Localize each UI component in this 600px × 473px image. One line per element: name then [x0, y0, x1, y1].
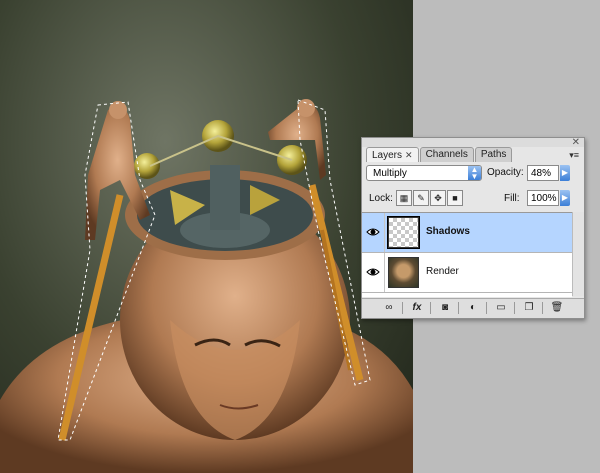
tab-layers-label: Layers	[372, 150, 403, 161]
blend-row: Multiply ▲ ▼ Opacity: 48% ▶	[366, 165, 580, 183]
layer-row-shadows[interactable]: Shadows	[362, 213, 572, 253]
tab-layers[interactable]: Layers ✕	[366, 147, 419, 162]
tab-paths-label: Paths	[480, 149, 507, 160]
layer-row-render[interactable]: Render	[362, 253, 572, 293]
blend-mode-select[interactable]: Multiply ▲ ▼	[366, 165, 482, 181]
close-icon[interactable]: ✕	[405, 150, 413, 160]
trash-icon[interactable]: 🗑	[550, 302, 564, 314]
tab-paths[interactable]: Paths	[474, 147, 513, 162]
link-layers-icon[interactable]: ∞	[382, 302, 396, 314]
layer-name[interactable]: Shadows	[426, 226, 470, 237]
panel-tabs: Layers ✕ Channels Paths	[366, 147, 513, 162]
tab-channels-label: Channels	[425, 149, 468, 160]
visibility-column[interactable]	[362, 213, 385, 252]
lock-all-icon[interactable]: ■	[447, 190, 463, 206]
chevron-updown-icon: ▲ ▼	[468, 166, 481, 181]
fill-input[interactable]: 100%	[527, 190, 559, 206]
new-group-icon[interactable]: ▭	[494, 302, 508, 314]
panel-menu-icon[interactable]: ▾≡	[569, 150, 579, 161]
blend-mode-value: Multiply	[373, 168, 407, 179]
opacity-value: 48%	[531, 168, 552, 179]
new-layer-icon[interactable]: ❐	[522, 302, 536, 314]
document-canvas[interactable]	[0, 0, 413, 473]
canvas-image	[0, 99, 413, 473]
lock-pixels-icon[interactable]: ✎	[413, 190, 429, 206]
fx-icon[interactable]: fx	[410, 302, 424, 314]
layer-list: Shadows Render	[362, 212, 572, 297]
lock-transparency-icon[interactable]: ▦	[396, 190, 412, 206]
eye-icon[interactable]	[366, 225, 380, 239]
layer-mask-icon[interactable]: ◙	[438, 302, 452, 314]
opacity-label: Opacity:	[487, 167, 524, 178]
tab-channels[interactable]: Channels	[419, 147, 474, 162]
panel-bottom-toolbar: ∞ fx ◙ ◐ ▭ ❐ 🗑	[362, 298, 584, 318]
fill-slider-button[interactable]: ▶	[560, 190, 570, 206]
layers-panel: ✕ Layers ✕ Channels Paths ▾≡ Multiply ▲ ▼ …	[361, 137, 585, 319]
lock-label: Lock:	[369, 193, 393, 204]
close-icon[interactable]: ✕	[572, 138, 580, 148]
lock-row: Lock: ▦ ✎ ✥ ■ Fill: 100% ▶	[366, 190, 580, 208]
layer-thumbnail[interactable]	[387, 216, 420, 249]
eye-icon[interactable]	[366, 265, 380, 279]
layer-name[interactable]: Render	[426, 266, 459, 277]
adjustment-layer-icon[interactable]: ◐	[466, 302, 480, 314]
opacity-slider-button[interactable]: ▶	[560, 165, 570, 181]
layer-thumbnail[interactable]	[388, 257, 419, 288]
lock-position-icon[interactable]: ✥	[430, 190, 446, 206]
opacity-input[interactable]: 48%	[527, 165, 559, 181]
panel-title-bar[interactable]	[362, 138, 584, 147]
visibility-column[interactable]	[362, 253, 385, 292]
fill-label: Fill:	[504, 193, 520, 204]
layer-list-scrollbar[interactable]	[572, 212, 584, 296]
fill-value: 100%	[531, 193, 557, 204]
